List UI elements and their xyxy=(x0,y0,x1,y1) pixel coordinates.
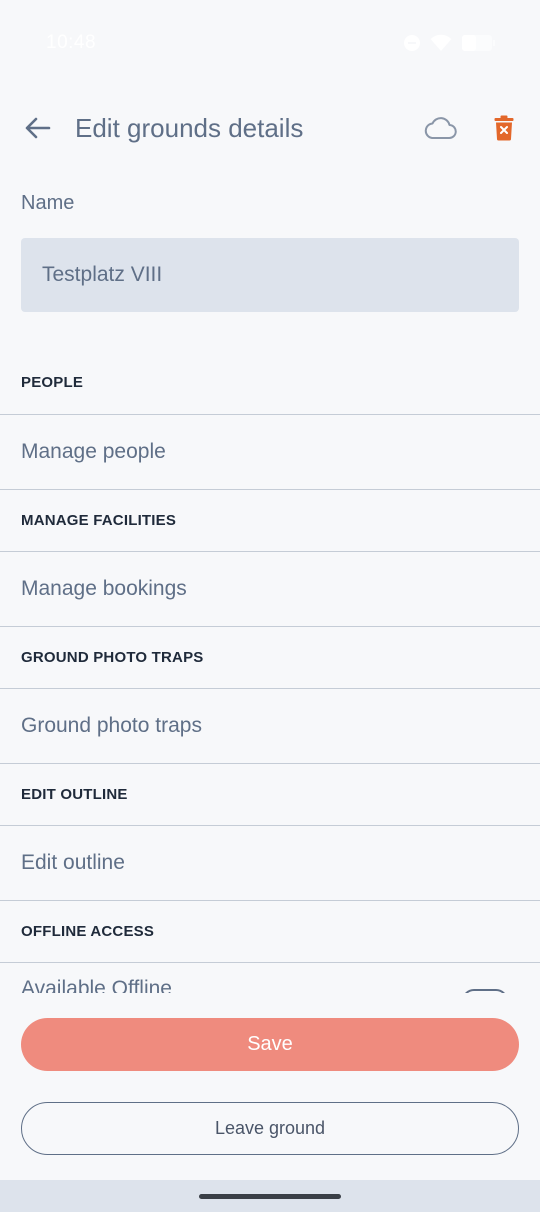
arrow-left-icon xyxy=(25,117,51,144)
screen: 10:48 Edit grounds details Name Testplat… xyxy=(0,0,540,1212)
section-header-offline: OFFLINE ACCESS xyxy=(0,901,540,963)
cloud-sync-button[interactable] xyxy=(420,112,460,148)
section-header-outline: EDIT OUTLINE xyxy=(0,764,540,826)
settings-list: PEOPLE Manage people MANAGE FACILITIES M… xyxy=(0,350,540,963)
available-offline-row[interactable]: Available Offline xyxy=(0,967,540,993)
status-time: 10:48 xyxy=(46,32,97,53)
back-button[interactable] xyxy=(18,110,58,150)
cloud-icon xyxy=(423,116,457,145)
ground-photo-traps-item[interactable]: Ground photo traps xyxy=(0,689,540,764)
app-bar: Edit grounds details xyxy=(0,100,540,160)
navigation-bar xyxy=(0,1180,540,1212)
save-button[interactable]: Save xyxy=(21,1018,519,1071)
wifi-icon xyxy=(430,34,452,52)
section-header-facilities: MANAGE FACILITIES xyxy=(0,490,540,552)
section-header-people: PEOPLE xyxy=(0,350,540,415)
trash-icon xyxy=(494,115,514,146)
home-indicator[interactable] xyxy=(199,1194,341,1199)
available-offline-label: Available Offline xyxy=(21,977,172,993)
manage-bookings-item[interactable]: Manage bookings xyxy=(0,552,540,627)
do-not-disturb-icon xyxy=(404,35,420,51)
available-offline-toggle[interactable] xyxy=(462,989,508,993)
section-header-photo-traps: GROUND PHOTO TRAPS xyxy=(0,627,540,689)
status-icons xyxy=(404,34,496,52)
delete-button[interactable] xyxy=(486,110,522,150)
name-input[interactable] xyxy=(21,238,519,312)
status-bar: 10:48 xyxy=(0,0,540,88)
leave-ground-button[interactable]: Leave ground xyxy=(21,1102,519,1155)
page-title: Edit grounds details xyxy=(75,113,304,143)
edit-outline-item[interactable]: Edit outline xyxy=(0,826,540,901)
battery-icon xyxy=(462,34,496,52)
name-label: Name xyxy=(21,192,75,214)
manage-people-item[interactable]: Manage people xyxy=(0,415,540,490)
